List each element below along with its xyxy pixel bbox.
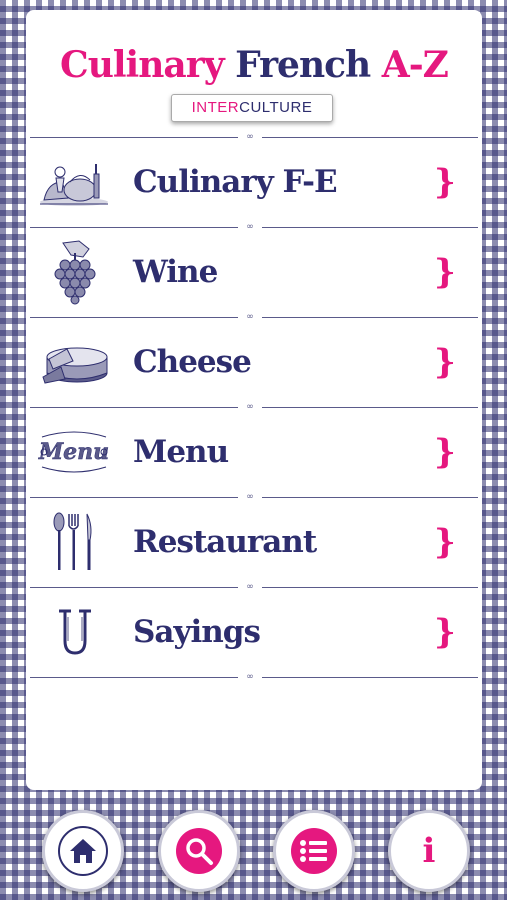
info-icon: i [406,828,452,874]
chevron-right-icon: } [434,612,456,652]
menu-item-cheese[interactable]: Cheese } [26,318,482,406]
main-card: Culinary French A-Z INTERCULTURE ∞ ∞ ∞ ∞… [26,10,482,790]
info-glyph: i [422,831,436,871]
home-icon [58,826,108,876]
menu-item-sayings[interactable]: Sayings } [26,588,482,676]
menu-item-menu[interactable]: Menu Menu } [26,408,482,496]
menu-item-label: Sayings [133,614,261,650]
grapes-icon [36,238,112,306]
menu-item-label: Cheese [133,344,252,380]
interculture-logo: INTERCULTURE [171,94,333,122]
menu-item-culinary-fe[interactable]: Culinary F-E } [26,138,482,226]
menu-item-label: Restaurant [133,524,317,560]
food-still-life-icon [36,148,112,216]
chevron-right-icon: } [434,432,456,472]
list-button[interactable] [273,810,355,892]
list-icon [291,828,337,874]
cheese-wheel-icon [36,328,112,396]
menu-engraving-icon: Menu [36,418,112,486]
menu-item-label: Wine [133,254,218,290]
chevron-right-icon: } [434,522,456,562]
bottom-toolbar: i [0,800,507,900]
title-french: French [235,44,371,86]
chevron-right-icon: } [434,162,456,202]
svg-text:Menu: Menu [38,439,109,465]
menu-item-wine[interactable]: Wine } [26,228,482,316]
app-title: Culinary French A-Z [26,44,482,86]
cutlery-icon [36,508,112,576]
title-culinary: Culinary [60,44,225,86]
menu-item-restaurant[interactable]: Restaurant } [26,498,482,586]
menu-item-label: Menu [133,434,229,470]
letter-u-icon [36,598,112,666]
brand-inter: INTER [191,99,240,116]
title-az: A-Z [381,44,449,86]
search-icon [176,828,222,874]
info-button[interactable]: i [388,810,470,892]
chevron-right-icon: } [434,252,456,292]
search-button[interactable] [158,810,240,892]
menu-item-label: Culinary F-E [133,164,338,200]
home-button[interactable] [42,810,124,892]
chevron-right-icon: } [434,342,456,382]
brand-culture: CULTURE [239,99,313,116]
